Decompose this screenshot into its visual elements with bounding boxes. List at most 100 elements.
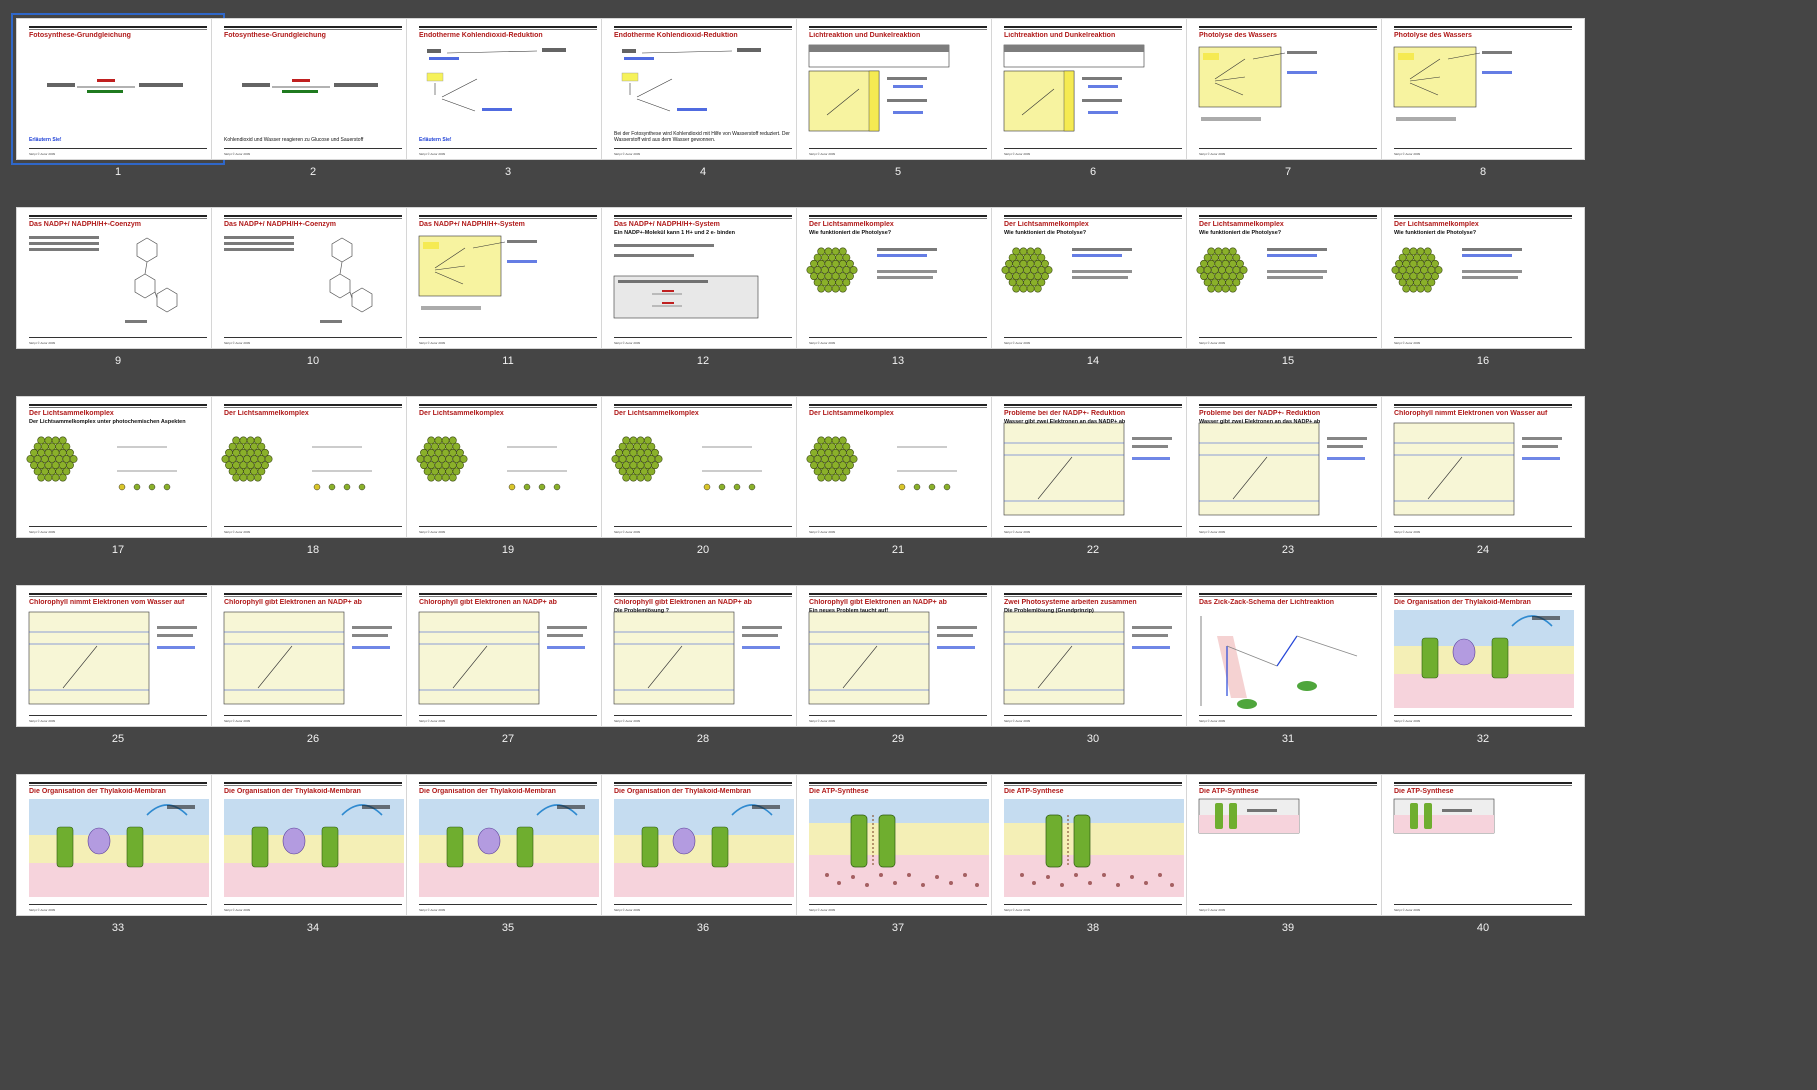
slide-thumbnail-37[interactable]: Die ATP-Synthese Skript © Autor 2009 [796,774,1000,916]
slide-illustration [1393,798,1495,834]
slide-title: Die Organisation der Thylakoid-Membran [614,788,751,795]
slide-footer-text: Skript © Autor 2009 [224,152,251,156]
slide-illustration [1198,46,1317,121]
slide-footer-text: Skript © Autor 2009 [1004,530,1031,534]
slide-thumbnail-8[interactable]: Photolyse des Wassers Skript © Autor 200… [1381,18,1585,160]
slide-thumbnail-29[interactable]: Chlorophyll gibt Elektronen an NADP+ ab … [796,585,1000,727]
slide-number: 13 [891,355,905,367]
slide-title: Der Lichtsammelkomplex [224,410,309,417]
slide-subtitle: Wie funktioniert die Photolyse? [809,230,892,236]
slide-thumbnail-7[interactable]: Photolyse des Wassers Skript © Autor 200… [1186,18,1390,160]
slide-title: Probleme bei der NADP+- Reduktion [1004,410,1126,417]
slide-footer-rule [614,337,792,338]
slide-footer-rule [614,715,792,716]
slide-thumbnail-15[interactable]: Der Lichtsammelkomplex Wie funktioniert … [1186,207,1390,349]
slide-number: 33 [111,922,125,934]
slide-sorter-grid: Fotosynthese-Grundgleichung Erläutern Si… [0,0,1817,1090]
slide-illustration [224,799,404,897]
slide-footer-text: Skript © Autor 2009 [29,530,56,534]
slide-thumbnail-16[interactable]: Der Lichtsammelkomplex Wie funktioniert … [1381,207,1585,349]
slide-cell: Chlorophyll gibt Elektronen an NADP+ ab … [601,585,807,767]
slide-footer-text: Skript © Autor 2009 [1004,341,1031,345]
slide-thumbnail-10[interactable]: Das NADP+/ NADPH/H+-Coenzym Skript © Aut… [211,207,415,349]
slide-footer-text: Skript © Autor 2009 [29,152,56,156]
slide-title: Die Organisation der Thylakoid-Membran [419,788,556,795]
slide-cell: Lichtreaktion und Dunkelreaktion Skript … [991,18,1197,200]
slide-footer-rule [1394,904,1572,905]
slide-number: 23 [1281,544,1295,556]
slide-footer-rule [809,148,987,149]
slide-footer-text: Skript © Autor 2009 [1199,152,1226,156]
slide-cell: Das NADP+/ NADPH/H+-Coenzym Skript © Aut… [16,207,222,389]
slide-thumbnail-38[interactable]: Die ATP-Synthese Skript © Autor 2009 [991,774,1195,916]
slide-thumbnail-31[interactable]: Das Zick-Zack-Schema der Lichtreaktion S… [1186,585,1390,727]
slide-thumbnail-3[interactable]: Endotherme Kohlendioxid-Reduktion Erläut… [406,18,610,160]
slide-cell: Die Organisation der Thylakoid-Membran S… [406,774,612,956]
slide-thumbnail-23[interactable]: Probleme bei der NADP+- Reduktion Wasser… [1186,396,1390,538]
slide-illustration [418,611,587,705]
slide-number: 26 [306,733,320,745]
slide-thumbnail-13[interactable]: Der Lichtsammelkomplex Wie funktioniert … [796,207,1000,349]
slide-footer-text: Skript © Autor 2009 [809,341,836,345]
slide-thumbnail-25[interactable]: Chlorophyll nimmt Elektronen vom Wasser … [16,585,220,727]
slide-thumbnail-21[interactable]: Der Lichtsammelkomplex Skript © Autor 20… [796,396,1000,538]
slide-thumbnail-5[interactable]: Lichtreaktion und Dunkelreaktion Skript … [796,18,1000,160]
slide-thumbnail-33[interactable]: Die Organisation der Thylakoid-Membran S… [16,774,220,916]
slide-illustration [614,799,794,897]
slide-thumbnail-39[interactable]: Die ATP-Synthese Skript © Autor 2009 [1186,774,1390,916]
slide-number: 11 [502,355,514,367]
slide-illustration [809,799,989,897]
slide-thumbnail-28[interactable]: Chlorophyll gibt Elektronen an NADP+ ab … [601,585,805,727]
slide-footer-text: Skript © Autor 2009 [419,719,446,723]
slide-title: Zwei Photosysteme arbeiten zusammen [1004,599,1137,606]
slide-footer-rule [1394,148,1572,149]
slide-cell: Das NADP+/ NADPH/H+-System Skript © Auto… [406,207,612,389]
slide-number: 18 [306,544,320,556]
slide-thumbnail-36[interactable]: Die Organisation der Thylakoid-Membran S… [601,774,805,916]
slide-title: Chlorophyll gibt Elektronen an NADP+ ab [224,599,362,606]
slide-thumbnail-1[interactable]: Fotosynthese-Grundgleichung Erläutern Si… [11,13,225,165]
slide-title: Das NADP+/ NADPH/H+-Coenzym [224,221,337,228]
slide-title: Die Organisation der Thylakoid-Membran [29,788,166,795]
slide-thumbnail-27[interactable]: Chlorophyll gibt Elektronen an NADP+ ab … [406,585,610,727]
slide-thumbnail-26[interactable]: Chlorophyll gibt Elektronen an NADP+ ab … [211,585,415,727]
slide-number: 38 [1086,922,1100,934]
slide-thumbnail-17[interactable]: Der Lichtsammelkomplex Der Lichtsammelko… [16,396,220,538]
slide-cell: Die ATP-Synthese Skript © Autor 2009 39 [1186,774,1392,956]
slide-thumbnail-11[interactable]: Das NADP+/ NADPH/H+-System Skript © Auto… [406,207,610,349]
slide-thumbnail-18[interactable]: Der Lichtsammelkomplex Skript © Autor 20… [211,396,415,538]
slide-thumbnail-9[interactable]: Das NADP+/ NADPH/H+-Coenzym Skript © Aut… [16,207,220,349]
slide-note: Bei der Fotosynthese wird Kohlendioxid m… [614,131,790,143]
slide-number: 31 [1281,733,1295,745]
slide-thumbnail-12[interactable]: Das NADP+/ NADPH/H+-System Ein NADP+-Mol… [601,207,805,349]
slide-number: 20 [696,544,710,556]
slide-thumbnail-6[interactable]: Lichtreaktion und Dunkelreaktion Skript … [991,18,1195,160]
slide-footer-rule [614,148,792,149]
slide-footer-rule [809,904,987,905]
slide-subtitle: Ein NADP+-Molekül kann 1 H+ und 2 e- bin… [614,230,736,236]
slide-footer-text: Skript © Autor 2009 [809,719,836,723]
slide-number: 28 [696,733,710,745]
slide-thumbnail-4[interactable]: Endotherme Kohlendioxid-Reduktion Bei de… [601,18,805,160]
slide-thumbnail-20[interactable]: Der Lichtsammelkomplex Skript © Autor 20… [601,396,805,538]
slide-thumbnail-30[interactable]: Zwei Photosysteme arbeiten zusammen Die … [991,585,1195,727]
slide-number: 35 [501,922,515,934]
slide-thumbnail-35[interactable]: Die Organisation der Thylakoid-Membran S… [406,774,610,916]
slide-footer-text: Skript © Autor 2009 [224,908,251,912]
slide-subtitle: Wasser gibt zwei Elektronen an das NADP+… [1199,419,1321,425]
slide-thumbnail-2[interactable]: Fotosynthese-Grundgleichung Kohlendioxid… [211,18,415,160]
slide-footer-rule [419,337,597,338]
slide-thumbnail-14[interactable]: Der Lichtsammelkomplex Wie funktioniert … [991,207,1195,349]
slide-thumbnail-22[interactable]: Probleme bei der NADP+- Reduktion Wasser… [991,396,1195,538]
slide-thumbnail-40[interactable]: Die ATP-Synthese Skript © Autor 2009 [1381,774,1585,916]
slide-thumbnail-32[interactable]: Die Organisation der Thylakoid-Membran S… [1381,585,1585,727]
slide-thumbnail-24[interactable]: Chlorophyll nimmt Elektronen von Wasser … [1381,396,1585,538]
slide-number: 7 [1284,166,1292,178]
slide-thumbnail-34[interactable]: Die Organisation der Thylakoid-Membran S… [211,774,415,916]
slide-number: 19 [501,544,515,556]
slide-cell: Zwei Photosysteme arbeiten zusammen Die … [991,585,1197,767]
slide-title: Die ATP-Synthese [809,788,869,795]
slide-cell: Der Lichtsammelkomplex Wie funktioniert … [991,207,1197,389]
slide-number: 30 [1086,733,1100,745]
slide-thumbnail-19[interactable]: Der Lichtsammelkomplex Skript © Autor 20… [406,396,610,538]
